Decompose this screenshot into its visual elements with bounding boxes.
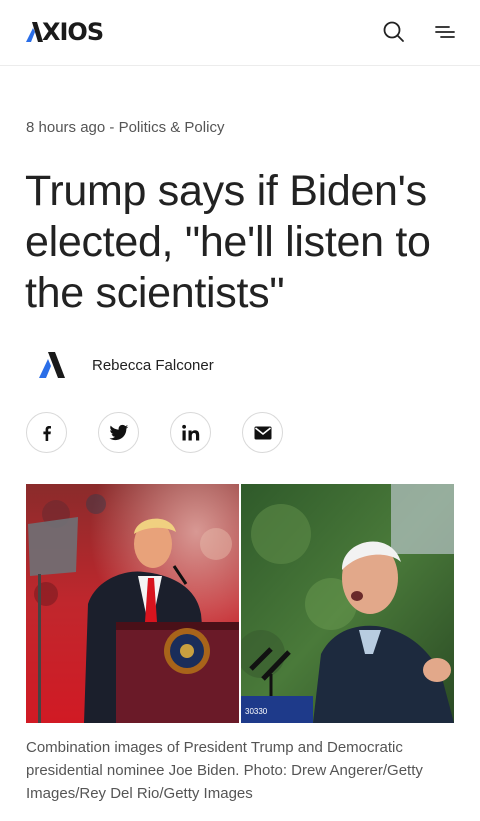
article-headline: Trump says if Biden's elected, "he'll li… — [25, 167, 431, 317]
site-header: XIOS — [0, 0, 480, 66]
email-icon — [254, 426, 271, 439]
search-icon — [383, 21, 404, 42]
axios-logo-text: XIOS — [42, 18, 104, 46]
byline: Rebecca Falconer — [36, 349, 214, 381]
axios-logo-mark — [26, 21, 43, 42]
share-bar — [26, 412, 314, 453]
photo-trump — [26, 484, 239, 723]
article-timestamp: 8 hours ago — [26, 119, 106, 136]
photo-biden: 30330 — [241, 484, 454, 723]
facebook-icon — [42, 425, 51, 441]
search-button[interactable] — [381, 19, 407, 45]
category-link[interactable]: Politics & Policy — [119, 119, 225, 136]
podium-sign-text: 30330 — [245, 707, 268, 716]
linkedin-icon — [181, 424, 199, 440]
share-linkedin-button[interactable] — [170, 412, 211, 453]
photo-caption: Combination images of President Trump an… — [26, 739, 423, 802]
article-meta: 8 hours ago - Politics & Policy — [26, 118, 224, 138]
axios-logo[interactable]: XIOS — [26, 18, 104, 46]
share-twitter-button[interactable] — [98, 412, 139, 453]
author-name[interactable]: Rebecca Falconer — [92, 357, 214, 374]
author-avatar — [36, 350, 68, 380]
meta-separator: - — [105, 119, 119, 136]
article-photo[interactable]: 30330 — [26, 484, 454, 723]
twitter-icon — [109, 424, 128, 440]
menu-icon — [435, 26, 455, 38]
share-email-button[interactable] — [242, 412, 283, 453]
share-facebook-button[interactable] — [26, 412, 67, 453]
menu-button[interactable] — [432, 20, 458, 44]
